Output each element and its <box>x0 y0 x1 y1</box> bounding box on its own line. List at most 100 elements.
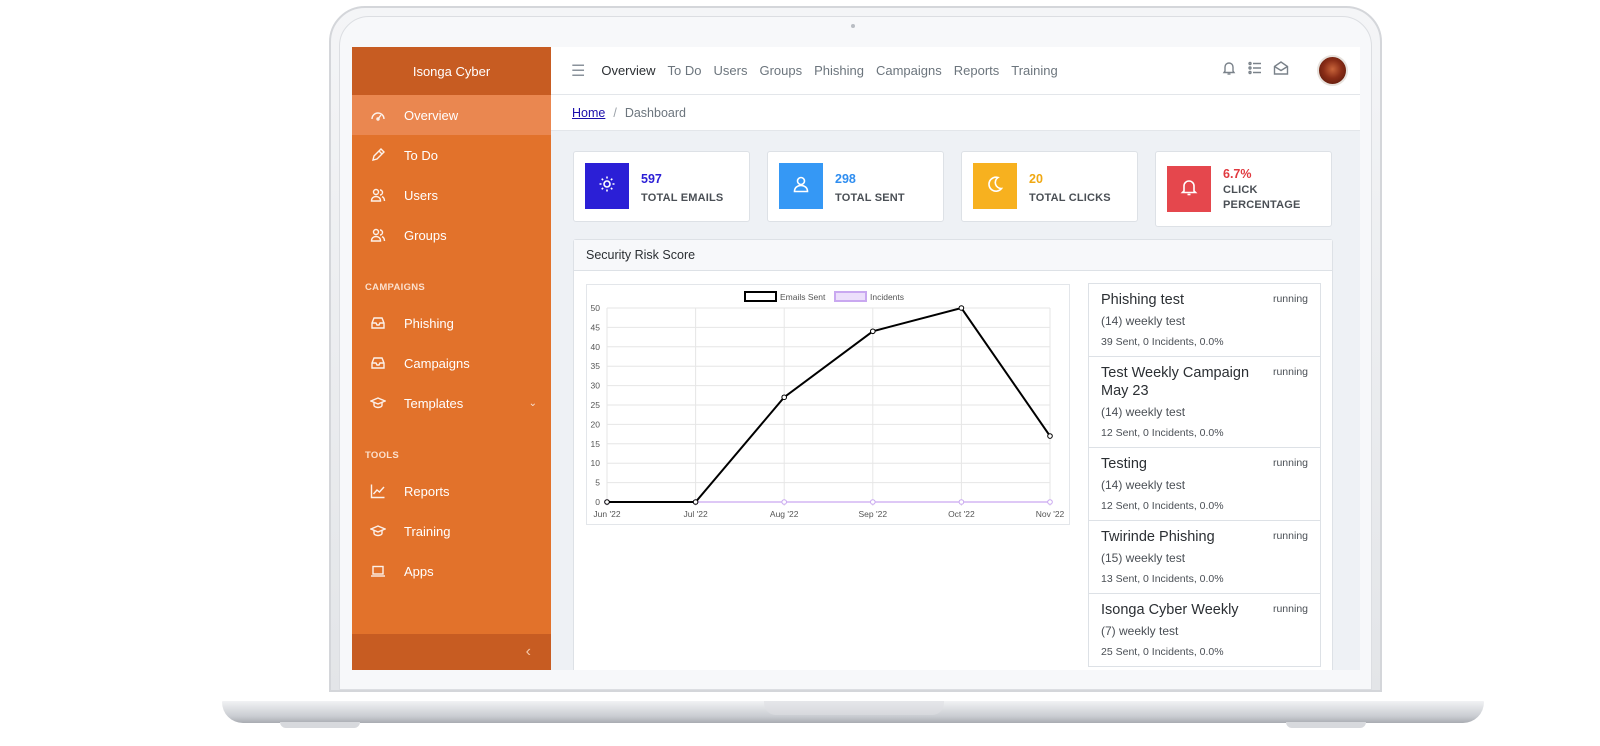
y-tick-label: 10 <box>591 458 601 468</box>
x-tick-label: Oct '22 <box>948 509 975 519</box>
list-item[interactable]: Testing running (14) weekly test 12 Sent… <box>1088 447 1321 521</box>
campaign-meta: 13 Sent, 0 Incidents, 0.0% <box>1101 573 1224 585</box>
top-link-groups[interactable]: Groups <box>759 63 802 78</box>
list-item[interactable]: Isonga Cyber Weekly running (7) weekly t… <box>1088 593 1321 667</box>
stat-label: TOTAL SENT <box>835 192 905 204</box>
section-campaigns: CAMPAIGNS <box>365 282 426 293</box>
sidebar-item-label: Overview <box>404 107 459 123</box>
top-link-reports[interactable]: Reports <box>954 63 1000 78</box>
group-icon <box>370 227 386 243</box>
y-tick-label: 45 <box>591 322 601 332</box>
campaign-title[interactable]: Test Weekly Campaign May 23 <box>1101 364 1261 400</box>
stat-card-total-clicks: 20 TOTAL CLICKS <box>961 151 1138 222</box>
breadcrumb-separator: / <box>613 105 617 120</box>
sidebar-item-label: Reports <box>404 483 450 499</box>
top-link-todo[interactable]: To Do <box>668 63 702 78</box>
data-point <box>870 499 876 505</box>
x-tick-label: Aug '22 <box>770 509 799 519</box>
sidebar-item-campaigns[interactable]: Campaigns <box>352 343 551 383</box>
status-badge: running <box>1272 530 1308 542</box>
pencil-icon <box>370 147 386 163</box>
list-item[interactable]: Phishing test running (14) weekly test 3… <box>1088 283 1321 357</box>
campaign-meta: 39 Sent, 0 Incidents, 0.0% <box>1101 336 1224 348</box>
sidebar-item-todo[interactable]: To Do <box>352 135 551 175</box>
top-link-training[interactable]: Training <box>1011 63 1057 78</box>
status-badge: running <box>1272 366 1308 378</box>
y-tick-label: 50 <box>591 303 601 313</box>
campaign-subtitle: (14) weekly test <box>1101 478 1186 492</box>
campaign-title[interactable]: Isonga Cyber Weekly <box>1101 601 1261 619</box>
campaign-meta: 12 Sent, 0 Incidents, 0.0% <box>1101 500 1224 512</box>
y-tick-label: 35 <box>591 361 601 371</box>
topbar-actions <box>1221 55 1360 86</box>
chart-line-icon <box>370 483 386 499</box>
stat-label: CLICK PERCENTAGE <box>1223 183 1301 213</box>
app-screen: Isonga Cyber Overview To Do Users Groups… <box>352 47 1360 670</box>
sidebar-item-groups[interactable]: Groups <box>352 215 551 255</box>
breadcrumb-current: Dashboard <box>624 105 686 120</box>
sidebar-item-label: Users <box>404 187 438 203</box>
y-tick-label: 15 <box>591 439 601 449</box>
data-point <box>781 499 787 505</box>
status-badge: running <box>1272 293 1308 305</box>
sidebar-item-phishing[interactable]: Phishing <box>352 303 551 343</box>
sidebar-item-overview[interactable]: Overview <box>352 95 551 135</box>
section-tools: TOOLS <box>365 450 400 461</box>
campaign-subtitle: (15) weekly test <box>1101 551 1186 565</box>
campaign-meta: 12 Sent, 0 Incidents, 0.0% <box>1101 427 1224 439</box>
top-link-overview[interactable]: Overview <box>601 63 655 78</box>
legend-swatch <box>834 291 867 302</box>
campaign-title[interactable]: Twirinde Phishing <box>1101 528 1261 546</box>
campaign-meta: 25 Sent, 0 Incidents, 0.0% <box>1101 646 1224 658</box>
y-tick-label: 5 <box>595 478 600 488</box>
stat-value: 298 <box>835 172 856 186</box>
status-badge: running <box>1272 603 1308 615</box>
campaign-title[interactable]: Testing <box>1101 455 1261 473</box>
stat-icon-box <box>973 163 1017 209</box>
stat-card-click-percentage: 6.7% CLICK PERCENTAGE <box>1155 151 1332 227</box>
chevron-down-icon[interactable]: ⌄ <box>529 398 537 409</box>
breadcrumb: Home / Dashboard <box>551 95 1360 131</box>
campaign-title[interactable]: Phishing test <box>1101 291 1261 309</box>
list-item[interactable]: Twirinde Phishing running (15) weekly te… <box>1088 520 1321 594</box>
sidebar-item-training[interactable]: Training <box>352 511 551 551</box>
avatar[interactable] <box>1317 55 1348 86</box>
hamburger-menu-icon[interactable]: ☰ <box>571 61 585 81</box>
topbar: ☰ Overview To Do Users Groups Phishing C… <box>551 47 1360 95</box>
inbox-icon <box>370 315 386 331</box>
laptop-icon <box>370 563 386 579</box>
stat-card-total-sent: 298 TOTAL SENT <box>767 151 944 222</box>
speedometer-icon <box>370 107 386 123</box>
campaign-subtitle: (7) weekly test <box>1101 624 1179 638</box>
stat-label: TOTAL CLICKS <box>1029 192 1111 204</box>
sidebar-item-apps[interactable]: Apps <box>352 551 551 591</box>
envelope-open-icon[interactable] <box>1273 60 1289 81</box>
data-point <box>958 305 965 311</box>
graduation-cap-icon <box>370 523 386 539</box>
sidebar-item-templates[interactable]: Templates ⌄ <box>352 383 551 423</box>
bell-icon[interactable] <box>1221 60 1237 81</box>
brand-name[interactable]: Isonga Cyber <box>352 47 551 95</box>
top-link-phishing[interactable]: Phishing <box>814 63 864 78</box>
stat-label-line: PERCENTAGE <box>1223 199 1301 211</box>
top-link-users[interactable]: Users <box>714 63 748 78</box>
stat-icon-box <box>585 163 629 209</box>
breadcrumb-home-link[interactable]: Home <box>572 106 605 120</box>
sidebar-item-users[interactable]: Users <box>352 175 551 215</box>
y-tick-label: 0 <box>595 497 600 507</box>
graduation-cap-icon <box>370 395 386 411</box>
data-point <box>1047 433 1053 439</box>
legend-label: Incidents <box>870 292 904 302</box>
y-tick-label: 30 <box>591 381 601 391</box>
stat-icon-box <box>779 163 823 209</box>
x-tick-label: Nov '22 <box>1036 509 1065 519</box>
top-link-campaigns[interactable]: Campaigns <box>876 63 942 78</box>
list-icon[interactable] <box>1247 60 1263 81</box>
sidebar-collapse-button[interactable]: ‹ <box>352 634 551 670</box>
stat-value: 597 <box>641 172 662 186</box>
list-item[interactable]: Test Weekly Campaign May 23 running (14)… <box>1088 356 1321 448</box>
laptop-foot-left <box>280 722 360 728</box>
status-badge: running <box>1272 457 1308 469</box>
sidebar-item-reports[interactable]: Reports <box>352 471 551 511</box>
bell-icon <box>1179 177 1199 202</box>
